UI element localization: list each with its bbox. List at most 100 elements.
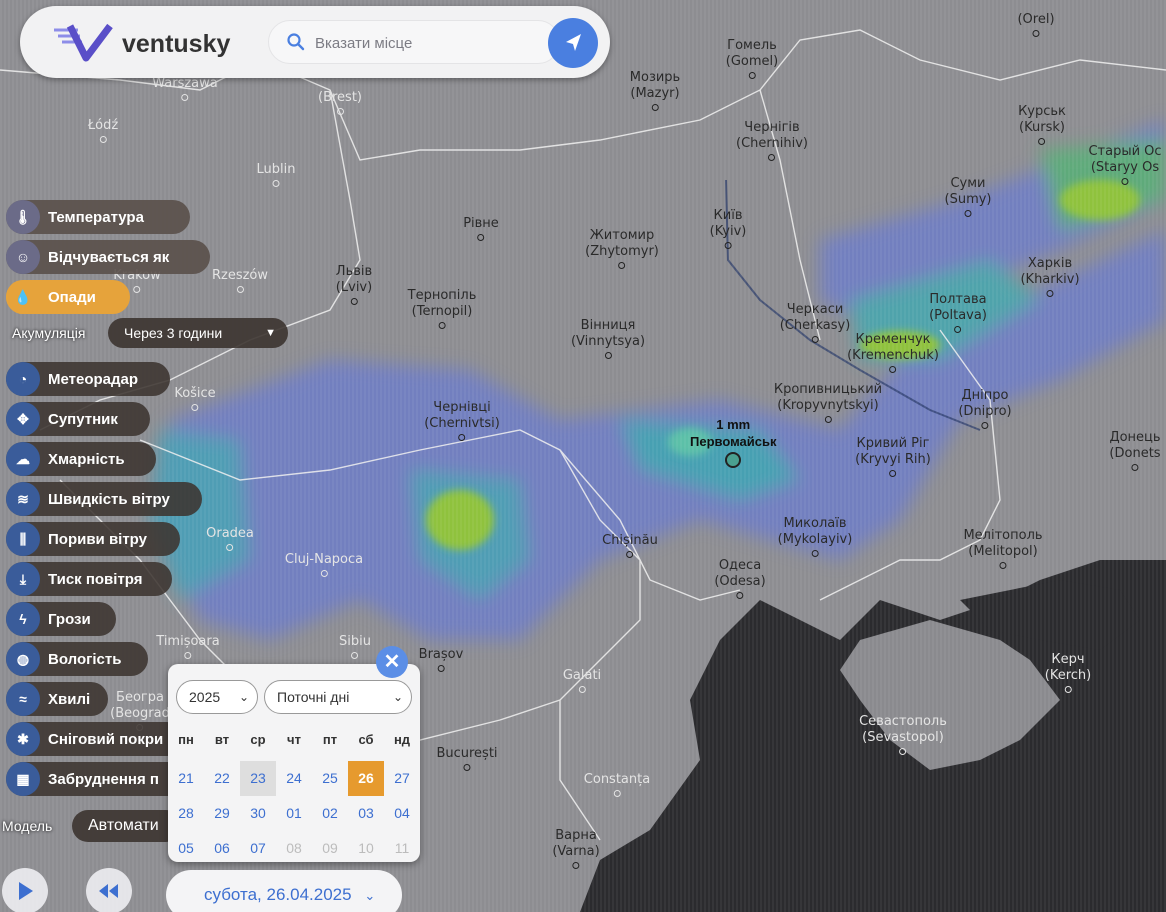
layer-label: Вологість [48,650,122,668]
lightning-icon: ϟ [6,602,40,636]
city-alt-name: (Cherkasy) [779,318,851,333]
calendar-day[interactable]: 23 [240,761,276,796]
city-name: Sibiu [339,634,371,649]
city-name: Львів [335,264,373,279]
layer-button[interactable]: ≈ Хвилі [6,682,108,716]
accumulation-value: Через 3 години [124,325,223,341]
calendar-day[interactable]: 21 [168,761,204,796]
weekday-label: пт [322,732,338,747]
search-box[interactable] [268,20,560,64]
city-name: Cluj-Napoca [284,552,364,567]
calendar-day[interactable]: 22 [204,761,240,796]
city-name: Миколаїв [783,516,847,531]
city-dot-icon [811,336,819,343]
city-dot-icon [181,94,189,101]
city-label: Чернівці (Chernivtsi) [424,400,500,441]
city-alt-name: (Odesa) [714,574,766,589]
humidity-icon: ◍ [6,642,40,676]
calendar-day[interactable]: 30 [240,796,276,831]
rewind-icon [99,884,118,898]
city-dot-icon [811,550,819,557]
city-name: Мозирь [629,70,681,85]
calendar-day[interactable]: 07 [240,831,276,866]
calendar-day[interactable]: 26 [348,761,384,796]
layer-button[interactable]: ✱ Сніговий покри [6,722,184,756]
logo[interactable]: ventusky [52,22,242,62]
layer-button[interactable]: ◍ Вологість [6,642,148,676]
weekday-label: нд [393,732,411,747]
calendar-day[interactable]: 25 [312,761,348,796]
city-name: Рівне [463,216,499,231]
layer-button[interactable]: 💧 Опади [6,280,130,314]
layer-button[interactable]: 🌡 Температура [6,200,190,234]
calendar-day[interactable]: 02 [312,796,348,831]
calendar-day[interactable]: 24 [276,761,312,796]
calendar-day[interactable]: 29 [204,796,240,831]
raindrop-icon: 💧 [6,280,40,314]
city-label: Гомель (Gomel) [726,38,778,79]
calendar-day[interactable]: 01 [276,796,312,831]
city-label: Oradea [206,526,254,551]
layer-button[interactable]: ☺ Відчувається як [6,240,210,274]
layer-label: Пориви вітру [48,530,147,548]
city-alt-name: (Lviv) [335,280,373,295]
period-select[interactable]: Поточні дні ⌄ [264,680,412,714]
locate-button[interactable] [548,18,598,68]
city-alt-name: (Beograd [110,706,170,721]
city-name: (Orel) [1017,12,1055,27]
layer-label: Температура [48,208,144,226]
city-name: Курськ [1018,104,1066,119]
layer-label: Метеорадар [48,370,139,388]
marker-pin-icon[interactable] [725,452,742,468]
step-back-button[interactable] [86,868,132,912]
year-select[interactable]: 2025 ⌄ [176,680,258,714]
layer-button[interactable]: ⫼ Пориви вітру [6,522,180,556]
city-dot-icon [226,544,234,551]
city-dot-icon [477,234,485,241]
chevron-down-icon: ⌄ [392,690,403,704]
city-alt-name: (Kerch) [1044,668,1092,683]
city-label: Вінниця (Vinnytsya) [571,318,645,359]
layer-label: Опади [48,288,96,306]
calendar-day[interactable]: 05 [168,831,204,866]
city-label: Кременчук (Kremenchuk) [847,332,939,373]
layer-button[interactable]: ≋ Швидкість вітру [6,482,202,516]
city-dot-icon [604,352,612,359]
layer-button[interactable]: ◔ Метеорадар [6,362,170,396]
calendar-day[interactable]: 04 [384,796,420,831]
city-label: București [436,746,498,771]
layer-button[interactable]: ✥ Супутник [6,402,150,436]
city-alt-name: (Varna) [552,844,600,859]
city-dot-icon [320,570,328,577]
play-button[interactable] [2,868,48,912]
city-alt-name: (Kharkiv) [1020,272,1080,287]
city-dot-icon [351,652,359,659]
layer-label: Грози [48,610,91,628]
layer-button[interactable]: ☁ Хмарність [6,442,156,476]
layer-button[interactable]: ⤓ Тиск повітря [6,562,172,596]
location-marker[interactable]: 1 mm Первомайськ [690,416,777,468]
accumulation-select[interactable]: Через 3 години ▼ [108,318,288,348]
city-dot-icon [824,416,832,423]
city-name: Rzeszów [211,268,269,283]
date-selector-button[interactable]: субота, 26.04.2025 ⌄ [166,870,402,912]
city-dot-icon [572,862,580,869]
weekday-label: ср [250,732,266,747]
city-alt-name: (Zhytomyr) [585,244,659,259]
model-select[interactable]: Автомати [72,810,182,842]
layer-button[interactable]: ϟ Грози [6,602,116,636]
search-input[interactable] [315,31,545,55]
calendar-day[interactable]: 28 [168,796,204,831]
city-label: Košice [174,386,216,411]
weekday-label: пн [178,732,194,747]
city-name: Кривий Ріг [856,436,930,451]
calendar-day[interactable]: 27 [384,761,420,796]
calendar-week: 28 29 30 01 02 03 04 [168,796,420,831]
calendar-day[interactable]: 06 [204,831,240,866]
city-label: Варна (Varna) [552,828,600,869]
cloud-icon: ☁ [6,442,40,476]
calendar-day[interactable]: 03 [348,796,384,831]
city-dot-icon [133,286,141,293]
layer-button[interactable]: ▦ Забруднення п [6,762,186,796]
close-calendar-button[interactable]: ✕ [376,646,408,678]
